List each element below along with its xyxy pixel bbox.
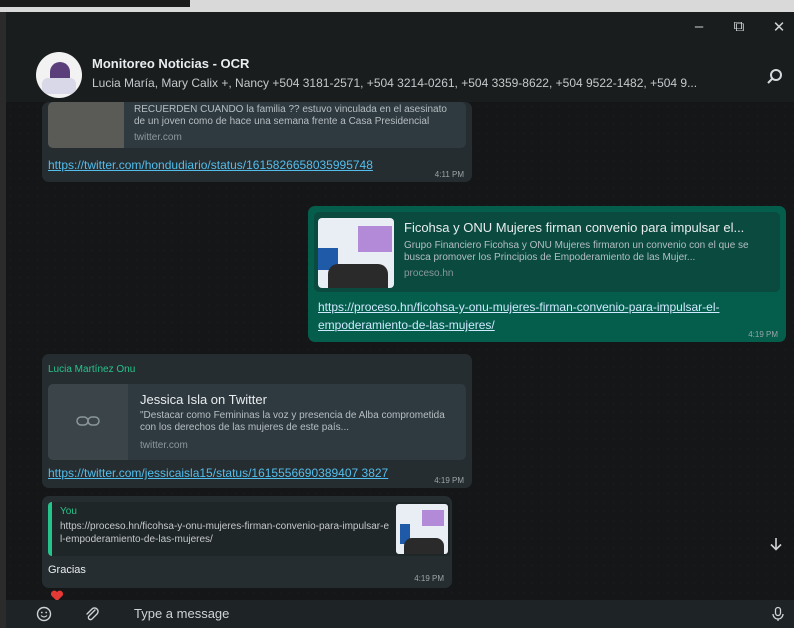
link-preview-thumbnail <box>48 102 124 148</box>
quoted-thumbnail <box>396 504 448 554</box>
message-list[interactable]: RECUERDEN CUÁNDO la familia ?? estuvo vi… <box>6 102 794 600</box>
composer-bar: Type a message <box>6 600 794 628</box>
link-preview-placeholder <box>48 384 128 460</box>
minimize-button[interactable]: – <box>690 18 708 36</box>
message-bubble-incoming[interactable]: RECUERDEN CUÁNDO la familia ?? estuvo vi… <box>42 102 472 182</box>
message-input[interactable]: Type a message <box>134 606 229 621</box>
message-time: 4:19 PM <box>748 330 778 339</box>
attach-icon[interactable] <box>84 606 100 622</box>
link-preview-description: "Destacar como Femininas la voz y presen… <box>140 410 445 433</box>
quoted-message[interactable]: You https://proceso.hn/ficohsa-y-onu-muj… <box>48 502 450 556</box>
message-time: 4:11 PM <box>434 170 464 179</box>
window-controls: – ⧉ ✕ <box>690 18 788 36</box>
link-preview-domain: twitter.com <box>140 440 188 451</box>
quoted-text: https://proceso.hn/ficohsa-y-onu-mujeres… <box>60 521 390 545</box>
message-bubble-outgoing[interactable]: Ficohsa y ONU Mujeres firman convenio pa… <box>308 206 786 342</box>
emoji-icon[interactable] <box>36 606 52 622</box>
link-preview-description: RECUERDEN CUÁNDO la familia ?? estuvo vi… <box>134 104 447 127</box>
link-preview[interactable]: Ficohsa y ONU Mujeres firman convenio pa… <box>314 212 780 292</box>
quoted-author: You <box>60 506 77 517</box>
link-preview-description: Grupo Financiero Ficohsa y ONU Mujeres f… <box>404 240 749 263</box>
link-preview[interactable]: Jessica Isla on Twitter "Destacar como F… <box>48 384 466 460</box>
message-link-continued[interactable]: empoderamiento-de-las-mujeres/ <box>318 318 495 332</box>
link-preview-domain: twitter.com <box>134 132 182 143</box>
message-link[interactable]: https://twitter.com/jessicaisla15/status… <box>48 466 388 480</box>
message-time: 4:19 PM <box>414 574 444 583</box>
message-link[interactable]: https://twitter.com/hondudiario/status/1… <box>48 158 373 172</box>
link-preview[interactable]: RECUERDEN CUÁNDO la familia ?? estuvo vi… <box>48 102 466 148</box>
search-icon[interactable] <box>766 68 784 86</box>
link-preview-thumbnail <box>318 218 394 288</box>
restore-button[interactable]: ⧉ <box>730 18 748 36</box>
link-preview-domain: proceso.hn <box>404 268 454 279</box>
message-bubble-incoming[interactable]: You https://proceso.hn/ficohsa-y-onu-muj… <box>42 496 452 588</box>
message-text: Gracias <box>48 564 86 576</box>
message-bubble-incoming[interactable]: Lucia Martínez Onu Jessica Isla on Twitt… <box>42 354 472 488</box>
link-preview-title: Jessica Isla on Twitter <box>140 392 267 407</box>
avatar-base <box>42 78 76 94</box>
heart-reaction-icon[interactable] <box>50 590 64 600</box>
chat-window: – ⧉ ✕ Monitoreo Noticias - OCR Lucia Mar… <box>6 12 794 628</box>
microphone-icon[interactable] <box>770 606 786 622</box>
link-preview-title: Ficohsa y ONU Mujeres firman convenio pa… <box>404 220 745 235</box>
chat-header[interactable]: Monitoreo Noticias - OCR Lucia María, Ma… <box>6 42 794 102</box>
chat-participants: Lucia María, Mary Calix +, Nancy +504 31… <box>92 76 698 90</box>
message-time: 4:19 PM <box>434 476 464 485</box>
desktop-top-strip <box>0 0 190 7</box>
close-button[interactable]: ✕ <box>770 18 788 36</box>
group-avatar[interactable] <box>36 52 82 98</box>
chat-title: Monitoreo Noticias - OCR <box>92 56 250 71</box>
scroll-down-icon[interactable] <box>768 536 784 552</box>
message-sender[interactable]: Lucia Martínez Onu <box>48 364 135 375</box>
desktop-top-band <box>0 0 794 12</box>
message-link[interactable]: https://proceso.hn/ficohsa-y-onu-mujeres… <box>318 300 720 314</box>
link-icon <box>76 416 100 426</box>
